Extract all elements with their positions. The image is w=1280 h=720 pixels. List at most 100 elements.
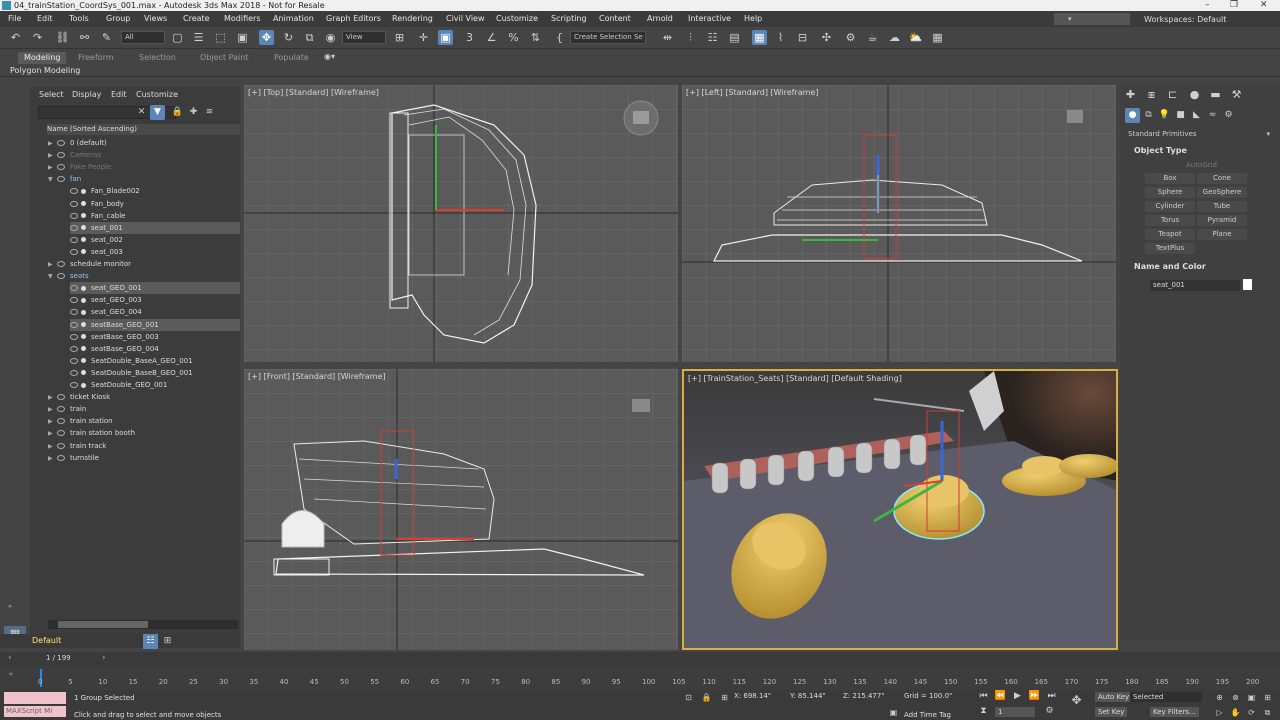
set-key-large-icon[interactable]: ✥	[1069, 693, 1084, 708]
tree-header[interactable]: Name (Sorted Ascending)	[47, 124, 240, 135]
tree-layer-row[interactable]: ▶ Fake People	[48, 161, 240, 173]
goto-end-icon[interactable]: ⏭	[1044, 689, 1059, 704]
expand-arrow-icon[interactable]: ▼	[48, 271, 57, 283]
goto-start-icon[interactable]: ⏮	[976, 689, 991, 704]
ribbon-options-icon[interactable]: ◉▾	[322, 49, 337, 64]
visibility-eye-icon[interactable]	[57, 430, 65, 437]
ribbon-subpanel-label[interactable]: Polygon Modeling	[10, 66, 80, 75]
display-tab-icon[interactable]: ▬	[1208, 87, 1223, 102]
object-type-rollout[interactable]: Object Type	[1126, 145, 1187, 157]
tree-object-row[interactable]: SeatDouble_BaseA_GEO_001	[70, 355, 240, 367]
visibility-eye-icon[interactable]	[57, 176, 65, 183]
y-coordinate[interactable]: Y: 85.144"	[790, 692, 826, 700]
menu-edit[interactable]: Edit	[37, 14, 53, 23]
tree-layer-row[interactable]: ▶ turnstile	[48, 452, 240, 464]
isolate-selection-icon[interactable]: ⊡	[681, 690, 696, 705]
edit-named-selection-icon[interactable]: {	[552, 30, 567, 45]
orbit-icon[interactable]: ⟳	[1244, 705, 1259, 720]
z-coordinate[interactable]: Z: 215.477"	[843, 692, 885, 700]
add-layer-icon[interactable]: ✚	[186, 105, 201, 120]
rect-selection-icon[interactable]: ⬚	[213, 30, 228, 45]
utilities-tab-icon[interactable]: ⚒	[1229, 87, 1244, 102]
hierarchy-tab-icon[interactable]: ⊏	[1165, 87, 1180, 102]
systems-category-icon[interactable]: ⚙	[1221, 108, 1236, 123]
torus-button[interactable]: Torus	[1145, 215, 1195, 226]
select-manipulate-icon[interactable]: ✛	[416, 30, 431, 45]
menu-content[interactable]: Content	[599, 14, 631, 23]
explorer-menu-select[interactable]: Select	[39, 90, 64, 99]
menu-modifiers[interactable]: Modifiers	[224, 14, 261, 23]
visibility-eye-icon[interactable]	[70, 285, 78, 292]
menu-tools[interactable]: Tools	[69, 14, 89, 23]
absolute-relative-icon[interactable]: ⊞	[717, 690, 732, 705]
menu-create[interactable]: Create	[183, 14, 210, 23]
tree-object-row[interactable]: seatBase_GEO_001	[70, 318, 240, 331]
select-scale-icon[interactable]: ⧉	[302, 30, 317, 45]
menu-rendering[interactable]: Rendering	[392, 14, 433, 23]
ribbon-tab-object-paint[interactable]: Object Paint	[194, 52, 254, 64]
zoom-extents-icon[interactable]: ▣	[1244, 690, 1259, 705]
redo-icon[interactable]: ↷	[30, 30, 45, 45]
visibility-eye-icon[interactable]	[70, 357, 78, 364]
tree-layer-row[interactable]: ▶ schedule monitor	[48, 258, 240, 270]
tree-object-row[interactable]: seat_GEO_003	[70, 294, 240, 306]
tree-layer-row[interactable]: ▶ 0 (default)	[48, 137, 240, 149]
align-icon[interactable]: ⫶	[683, 30, 698, 45]
tree-layer-row[interactable]: ▼ seats	[48, 270, 240, 282]
explorer-menu-edit[interactable]: Edit	[111, 90, 127, 99]
visibility-eye-icon[interactable]	[70, 200, 78, 207]
shapes-category-icon[interactable]: ⧉	[1141, 108, 1156, 123]
visibility-eye-icon[interactable]	[57, 454, 65, 461]
clear-search-icon[interactable]: ✕	[134, 105, 149, 120]
textplus-button[interactable]: TextPlus	[1145, 243, 1195, 254]
menu-graph-editors[interactable]: Graph Editors	[326, 14, 381, 23]
tree-object-row[interactable]: seat_GEO_004	[70, 306, 240, 318]
key-filters-button[interactable]: Key Filters...	[1150, 707, 1199, 717]
current-layer-label[interactable]: Default	[32, 636, 61, 645]
tree-layer-row[interactable]: ▶ train station	[48, 415, 240, 427]
visibility-eye-icon[interactable]	[70, 345, 78, 352]
time-config-icon[interactable]: ⚙	[1042, 704, 1057, 719]
bind-spacewarp-icon[interactable]: ✎	[99, 30, 114, 45]
menu-views[interactable]: Views	[144, 14, 167, 23]
explorer-menu-display[interactable]: Display	[72, 90, 102, 99]
visibility-eye-icon[interactable]	[70, 297, 78, 304]
mirror-icon[interactable]: ⇹	[660, 30, 675, 45]
layer-explorer-icon[interactable]: ☷	[705, 30, 720, 45]
maxscript-mini-listener[interactable]: MAXScript Mi	[4, 706, 66, 717]
object-name-field[interactable]: seat_001	[1150, 280, 1240, 291]
menu-animation[interactable]: Animation	[273, 14, 314, 23]
tree-layer-row[interactable]: ▶ Cameras	[48, 149, 240, 161]
object-color-swatch[interactable]	[1243, 279, 1252, 290]
primitive-category-dropdown[interactable]: Standard Primitives ▾	[1126, 129, 1272, 140]
menu-interactive[interactable]: Interactive	[688, 14, 731, 23]
prev-frame-icon[interactable]: ⏪	[993, 689, 1008, 704]
lock-icon[interactable]: 🔒	[170, 105, 185, 120]
pyramid-button[interactable]: Pyramid	[1197, 215, 1247, 226]
sphere-button[interactable]: Sphere	[1145, 187, 1195, 198]
rendered-frame-window-icon[interactable]: ☕	[865, 30, 880, 45]
select-rotate-icon[interactable]: ↻	[281, 30, 296, 45]
menu-group[interactable]: Group	[106, 14, 130, 23]
ribbon-tab-selection[interactable]: Selection	[133, 52, 182, 64]
create-tab-icon[interactable]: ✚	[1123, 87, 1138, 102]
viewport-left[interactable]: [+] [Left] [Standard] [Wireframe]	[682, 85, 1116, 362]
visibility-eye-icon[interactable]	[57, 418, 65, 425]
tree-layer-row[interactable]: ▶ train track	[48, 440, 240, 452]
set-key-button[interactable]: Set Key	[1095, 707, 1128, 717]
tree-object-row[interactable]: Fan_cable	[70, 210, 240, 222]
layers-icon[interactable]: ≋	[202, 105, 217, 120]
percent-snap-icon[interactable]: %	[506, 30, 521, 45]
auto-key-button[interactable]: Auto Key	[1095, 692, 1133, 702]
menu-customize[interactable]: Customize	[496, 14, 538, 23]
select-move-icon[interactable]: ✥	[259, 30, 274, 45]
name-and-color-rollout[interactable]: Name and Color	[1126, 261, 1206, 273]
render-setup-icon[interactable]: ⚙	[843, 30, 858, 45]
field-of-view-icon[interactable]: ▷	[1212, 705, 1227, 720]
maximize-viewport-icon[interactable]: ⧉	[1260, 705, 1275, 720]
teapot-button[interactable]: Teapot	[1145, 229, 1195, 240]
ref-coord-system-dropdown[interactable]: View	[342, 31, 386, 44]
workspace-selector[interactable]: Workspaces: Default	[1144, 15, 1226, 24]
unlink-icon[interactable]: ⚯	[77, 30, 92, 45]
visibility-eye-icon[interactable]	[70, 382, 78, 388]
